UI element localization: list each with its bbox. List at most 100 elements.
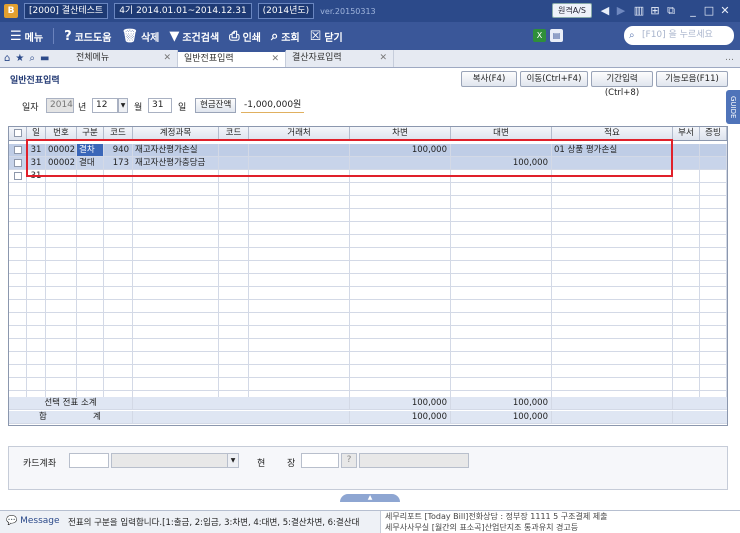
empty-cell[interactable] xyxy=(27,248,46,260)
cell-partner[interactable] xyxy=(249,157,350,169)
fiscal-year[interactable]: (2014년도) xyxy=(257,3,315,19)
cell-memo[interactable] xyxy=(552,157,673,169)
empty-cell[interactable] xyxy=(673,183,700,195)
empty-cell[interactable] xyxy=(9,235,27,247)
empty-cell[interactable] xyxy=(700,313,727,325)
tab-all-menu[interactable]: 전체메뉴 ✕ xyxy=(70,50,178,67)
cell-day[interactable]: 31 xyxy=(27,170,46,182)
empty-cell[interactable] xyxy=(46,326,77,338)
empty-cell[interactable] xyxy=(700,352,727,364)
empty-cell[interactable] xyxy=(46,352,77,364)
empty-cell[interactable] xyxy=(46,274,77,286)
empty-row[interactable] xyxy=(9,365,727,378)
empty-cell[interactable] xyxy=(46,222,77,234)
empty-cell[interactable] xyxy=(700,339,727,351)
empty-cell[interactable] xyxy=(77,287,104,299)
empty-cell[interactable] xyxy=(46,183,77,195)
empty-cell[interactable] xyxy=(451,352,552,364)
empty-cell[interactable] xyxy=(673,365,700,377)
cell-account[interactable]: 재고자산평가충당금 xyxy=(133,157,219,169)
empty-cell[interactable] xyxy=(104,313,133,325)
empty-cell[interactable] xyxy=(451,222,552,234)
row-checkbox[interactable] xyxy=(9,170,27,182)
empty-cell[interactable] xyxy=(104,261,133,273)
empty-cell[interactable] xyxy=(249,378,350,390)
empty-cell[interactable] xyxy=(552,261,673,273)
empty-cell[interactable] xyxy=(552,378,673,390)
close-icon[interactable]: ✕ xyxy=(163,50,171,67)
search-menu-icon[interactable]: ⌕ xyxy=(29,53,35,64)
empty-cell[interactable] xyxy=(350,313,451,325)
cell-debit[interactable] xyxy=(350,157,451,169)
empty-cell[interactable] xyxy=(673,248,700,260)
empty-cell[interactable] xyxy=(104,300,133,312)
empty-cell[interactable] xyxy=(451,378,552,390)
empty-cell[interactable] xyxy=(27,183,46,195)
empty-row[interactable] xyxy=(9,196,727,209)
empty-cell[interactable] xyxy=(451,287,552,299)
select-all-checkbox[interactable] xyxy=(9,127,27,140)
empty-cell[interactable] xyxy=(104,326,133,338)
empty-cell[interactable] xyxy=(451,326,552,338)
cell-credit[interactable] xyxy=(451,170,552,182)
cash-balance-button[interactable]: 현금잔액 xyxy=(195,98,237,113)
home-icon[interactable]: ⌂ xyxy=(4,53,10,64)
empty-cell[interactable] xyxy=(46,339,77,351)
empty-cell[interactable] xyxy=(133,313,219,325)
empty-cell[interactable] xyxy=(249,209,350,221)
empty-cell[interactable] xyxy=(350,183,451,195)
cell-number[interactable]: 00002 xyxy=(46,144,77,156)
cell-memo[interactable] xyxy=(552,170,673,182)
empty-cell[interactable] xyxy=(77,261,104,273)
empty-cell[interactable] xyxy=(77,209,104,221)
empty-cell[interactable] xyxy=(673,209,700,221)
empty-cell[interactable] xyxy=(77,222,104,234)
functions-button[interactable]: 기능모음(F11) xyxy=(656,71,728,87)
empty-cell[interactable] xyxy=(27,313,46,325)
empty-cell[interactable] xyxy=(700,274,727,286)
empty-cell[interactable] xyxy=(451,209,552,221)
empty-cell[interactable] xyxy=(249,248,350,260)
empty-cell[interactable] xyxy=(104,339,133,351)
empty-cell[interactable] xyxy=(27,352,46,364)
empty-cell[interactable] xyxy=(249,352,350,364)
cell-evidence[interactable] xyxy=(700,144,727,156)
empty-cell[interactable] xyxy=(27,300,46,312)
close-icon[interactable]: ✕ xyxy=(718,4,732,18)
empty-cell[interactable] xyxy=(9,378,27,390)
empty-cell[interactable] xyxy=(451,339,552,351)
forward-arrow-icon[interactable]: ▶ xyxy=(614,4,628,18)
minimize-icon[interactable]: _ xyxy=(686,4,700,18)
empty-cell[interactable] xyxy=(552,287,673,299)
empty-cell[interactable] xyxy=(700,300,727,312)
empty-cell[interactable] xyxy=(27,235,46,247)
empty-cell[interactable] xyxy=(219,365,249,377)
empty-row[interactable] xyxy=(9,248,727,261)
empty-cell[interactable] xyxy=(9,274,27,286)
empty-cell[interactable] xyxy=(673,326,700,338)
empty-cell[interactable] xyxy=(552,196,673,208)
cell-debit[interactable] xyxy=(350,170,451,182)
empty-cell[interactable] xyxy=(350,352,451,364)
search-input[interactable]: ⌕ [F10] 을 누르세요 xyxy=(624,26,734,45)
empty-row[interactable] xyxy=(9,183,727,196)
empty-cell[interactable] xyxy=(219,339,249,351)
empty-cell[interactable] xyxy=(77,326,104,338)
empty-cell[interactable] xyxy=(9,300,27,312)
empty-cell[interactable] xyxy=(350,274,451,286)
cell-account[interactable]: 재고자산평가손실 xyxy=(133,144,219,156)
empty-cell[interactable] xyxy=(9,313,27,325)
cell-memo[interactable]: 01 상품 평가손실 xyxy=(552,144,673,156)
empty-cell[interactable] xyxy=(700,365,727,377)
empty-cell[interactable] xyxy=(27,287,46,299)
empty-cell[interactable] xyxy=(249,365,350,377)
empty-cell[interactable] xyxy=(451,365,552,377)
empty-cell[interactable] xyxy=(219,378,249,390)
remote-support-button[interactable]: 원격A/S xyxy=(552,3,592,18)
empty-cell[interactable] xyxy=(133,274,219,286)
calculator-icon[interactable]: ▤ xyxy=(550,29,563,42)
empty-cell[interactable] xyxy=(46,300,77,312)
empty-cell[interactable] xyxy=(350,235,451,247)
tab-general-voucher[interactable]: 일반전표입력 ✕ xyxy=(178,50,286,67)
empty-cell[interactable] xyxy=(133,196,219,208)
